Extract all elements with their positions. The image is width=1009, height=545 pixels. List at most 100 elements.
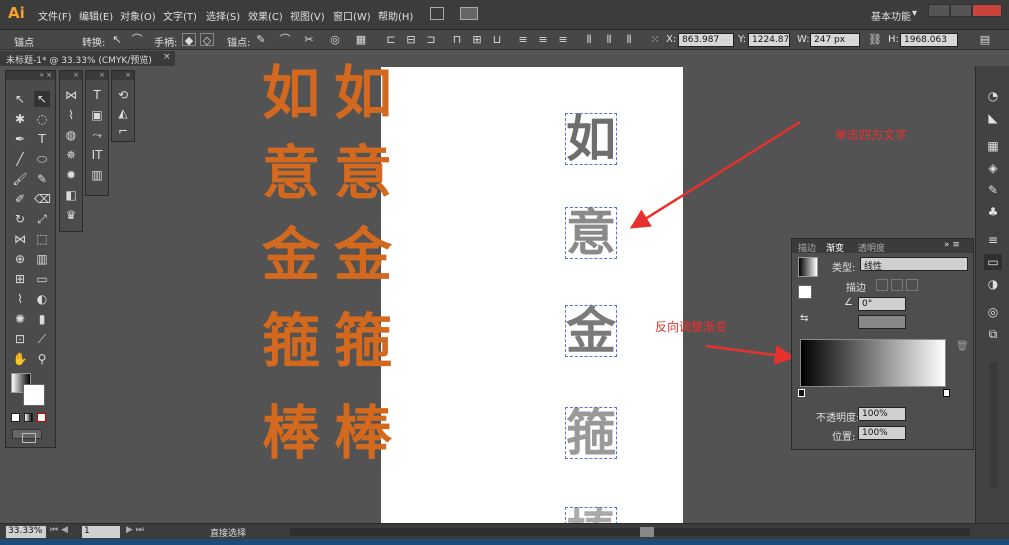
warp-tool-icon[interactable]: ⌇: [63, 107, 79, 123]
distribute-right-icon[interactable]: ⫴: [622, 33, 636, 46]
document-tab[interactable]: 未标题-1* @ 33.33% (CMYK/预览): [0, 51, 175, 66]
pucker-tool-icon[interactable]: ✵: [63, 147, 79, 163]
connect-anchor-icon[interactable]: ⌒: [278, 33, 292, 46]
lasso-icon[interactable]: ◌: [34, 111, 50, 127]
handle-show-icon[interactable]: ◇: [200, 33, 214, 47]
opacity-field[interactable]: 100%: [858, 407, 906, 421]
blend-tool-icon[interactable]: ◐: [34, 291, 50, 307]
convert-smooth-icon[interactable]: ⌒: [130, 33, 144, 46]
eraser-tool-icon[interactable]: ⌫: [34, 191, 51, 207]
artboard-tool-icon[interactable]: ⊡: [12, 331, 28, 347]
stroke-along-icon[interactable]: [891, 279, 903, 291]
cut-path-icon[interactable]: ✂: [302, 33, 316, 46]
reflect-flyout-icon[interactable]: ◭: [115, 105, 131, 121]
gradient-char[interactable]: 意: [565, 207, 617, 259]
workspace-switcher[interactable]: 基本功能: [871, 8, 911, 23]
menu-file[interactable]: 文件(F): [38, 8, 72, 23]
stroke-within-icon[interactable]: [876, 279, 888, 291]
close-window-icon[interactable]: [972, 4, 1002, 17]
dock-scrollbar[interactable]: [989, 362, 997, 488]
mesh-tool-icon[interactable]: ⊞: [12, 271, 28, 287]
eyedropper-icon[interactable]: ⌇: [12, 291, 28, 307]
gradient-panel-icon[interactable]: ▭: [984, 254, 1002, 270]
gradient-stop-right[interactable]: [943, 389, 950, 397]
graph-tool-icon[interactable]: ▮: [34, 311, 50, 327]
stroke-panel-icon[interactable]: ≡: [984, 232, 1002, 248]
minimize-icon[interactable]: [928, 4, 950, 17]
reverse-gradient-icon[interactable]: ⇆: [800, 313, 808, 324]
pencil-tool-icon[interactable]: ✎: [34, 171, 50, 187]
menu-view[interactable]: 视图(V): [290, 8, 325, 23]
chevron-down-icon[interactable]: ▾: [912, 8, 917, 19]
gradient-stop-left[interactable]: [798, 389, 805, 397]
brush-tool-icon[interactable]: 🖌: [12, 171, 28, 187]
crystallize-tool-icon[interactable]: ♛: [63, 207, 79, 223]
free-transform-icon[interactable]: ⬚: [34, 231, 50, 247]
height-field[interactable]: 1968.063: [900, 33, 958, 47]
gradient-mode-icon[interactable]: [24, 413, 33, 422]
gradient-tool-icon[interactable]: ▭: [34, 271, 50, 287]
ellipse-tool-icon[interactable]: ⬭: [34, 151, 50, 167]
distribute-top-icon[interactable]: ≡: [516, 33, 530, 46]
bloat-tool-icon[interactable]: ✹: [63, 167, 79, 183]
panel-header[interactable]: ×: [112, 71, 134, 80]
reference-point-icon[interactable]: ⁙: [648, 33, 662, 46]
line-tool-icon[interactable]: ╱: [12, 151, 28, 167]
menu-edit[interactable]: 编辑(E): [79, 8, 113, 23]
pen-tool-icon[interactable]: ✒: [12, 131, 28, 147]
distribute-center-icon[interactable]: ⫴: [602, 33, 616, 46]
vertical-type-icon[interactable]: IT: [89, 147, 105, 163]
brushes-icon[interactable]: ✎: [984, 182, 1002, 198]
selected-gradient-artwork[interactable]: 如 意 金 箍 棒: [562, 110, 632, 524]
symbol-sprayer-icon[interactable]: ✺: [12, 311, 28, 327]
panel-header[interactable]: ×: [86, 71, 108, 80]
align-middle-icon[interactable]: ⊞: [470, 33, 484, 46]
zoom-tool-icon[interactable]: ⚲: [34, 351, 50, 367]
blob-brush-icon[interactable]: ✐: [12, 191, 28, 207]
gradient-char[interactable]: 金: [565, 305, 617, 357]
scale-tool-icon[interactable]: ⤢: [34, 211, 50, 227]
screen-mode-icon[interactable]: [22, 433, 36, 443]
angle-field[interactable]: 0°: [858, 297, 906, 311]
scallop-tool-icon[interactable]: ◧: [63, 187, 79, 203]
bridge-icon[interactable]: [430, 7, 444, 20]
type-flyout-icon[interactable]: T: [89, 87, 105, 103]
tab-transparency[interactable]: 透明度: [858, 241, 885, 254]
arrange-documents-icon[interactable]: [460, 7, 478, 20]
menu-object[interactable]: 对象(O): [120, 8, 156, 23]
selection-tool-icon[interactable]: ↖: [12, 91, 28, 107]
remove-anchor-icon[interactable]: ✎: [254, 33, 268, 46]
magic-wand-icon[interactable]: ✱: [12, 111, 28, 127]
stroke-across-icon[interactable]: [906, 279, 918, 291]
hand-tool-icon[interactable]: ✋: [12, 351, 28, 367]
maximize-icon[interactable]: [950, 4, 972, 17]
link-proportions-icon[interactable]: ⛓: [868, 33, 882, 46]
gradient-char[interactable]: 箍: [565, 407, 617, 459]
align-right-icon[interactable]: ⊐: [424, 33, 438, 46]
y-field[interactable]: 1224.87: [748, 33, 790, 47]
horizontal-scrollbar[interactable]: [290, 528, 970, 536]
area-type-icon[interactable]: ▣: [89, 107, 105, 123]
convert-corner-icon[interactable]: ↖: [110, 33, 124, 46]
distribute-left-icon[interactable]: ⫴: [582, 33, 596, 46]
scrollbar-thumb[interactable]: [640, 527, 654, 537]
width-tool-icon[interactable]: ⋈: [12, 231, 28, 247]
fill-stroke-toggle[interactable]: [798, 285, 812, 299]
graphic-styles-icon[interactable]: ⧉: [984, 326, 1002, 342]
direct-selection-tool-icon[interactable]: ↖: [34, 91, 50, 107]
twirl-tool-icon[interactable]: ◍: [63, 127, 79, 143]
menu-select[interactable]: 选择(S): [206, 8, 240, 23]
menu-effect[interactable]: 效果(C): [248, 8, 283, 23]
panel-header[interactable]: ×: [60, 71, 82, 80]
page-nav-last-icon[interactable]: ▶ ⏭: [126, 525, 144, 535]
color-guide-icon[interactable]: ◣: [984, 110, 1002, 126]
menu-help[interactable]: 帮助(H): [378, 8, 413, 23]
shape-builder-icon[interactable]: ⊕: [12, 251, 28, 267]
page-field[interactable]: 1: [82, 526, 120, 538]
vertical-area-type-icon[interactable]: ▥: [89, 167, 105, 183]
swatches-icon[interactable]: ▦: [984, 138, 1002, 154]
align-center-icon[interactable]: ⊟: [404, 33, 418, 46]
gradient-slider[interactable]: [800, 339, 946, 387]
type-tool-icon[interactable]: T: [34, 131, 50, 147]
rotate-tool-icon[interactable]: ↻: [12, 211, 28, 227]
